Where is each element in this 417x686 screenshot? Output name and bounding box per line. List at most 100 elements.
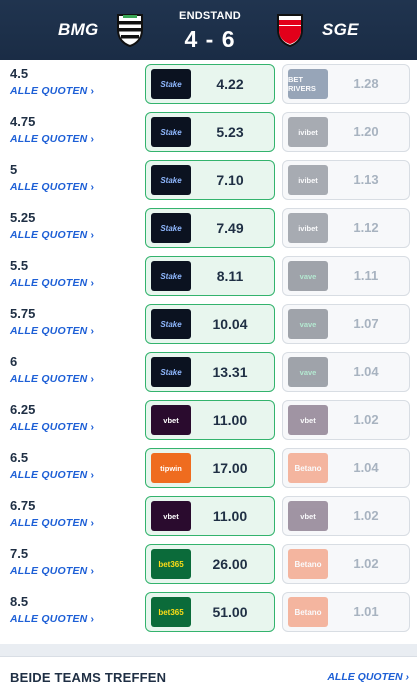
ivibet-logo-icon: ivibet (288, 165, 328, 195)
stake-logo-icon: Stake (151, 117, 191, 147)
handicap-line: 5.5 (10, 258, 29, 273)
all-odds-link[interactable]: ALLE QUOTEN › (10, 85, 94, 97)
other-odds-button[interactable]: vbet 1.02 (282, 400, 410, 440)
best-odds-button[interactable]: Stake 8.11 (145, 256, 275, 296)
other-odds-button[interactable]: ivibet 1.12 (282, 208, 410, 248)
other-odds-button[interactable]: vbet 1.02 (282, 496, 410, 536)
best-odds-button[interactable]: Stake 7.49 (145, 208, 275, 248)
odds-value: 7.10 (216, 172, 244, 188)
chevron-right-icon: › (90, 85, 95, 97)
all-odds-link-label: ALLE QUOTEN (10, 517, 88, 529)
handicap-line: 6.5 (10, 450, 29, 465)
market-title: BEIDE TEAMS TREFFEN (10, 670, 167, 685)
best-odds-button[interactable]: vbet 11.00 (145, 496, 275, 536)
stake-logo-icon: Stake (151, 309, 191, 339)
chevron-right-icon: › (90, 613, 95, 625)
all-odds-link[interactable]: ALLE QUOTEN › (10, 517, 94, 529)
odds-row: 5.25 ALLE QUOTEN › Stake 7.49 ivibet 1.12 (0, 204, 417, 252)
all-odds-link[interactable]: ALLE QUOTEN › (10, 229, 94, 241)
all-odds-link[interactable]: ALLE QUOTEN › (10, 613, 94, 625)
vbet-logo-icon: vbet (151, 405, 191, 435)
odds-value: 1.02 (353, 508, 379, 523)
betano-logo-icon: Betano (288, 453, 328, 483)
odds-list: 4.5 ALLE QUOTEN › Stake 4.22 BET RIVERS 1.28 4.… (0, 60, 417, 644)
odds-row: 8.5 ALLE QUOTEN › bet365 51.00 Betano 1.01 (0, 588, 417, 636)
odds-row: 4.5 ALLE QUOTEN › Stake 4.22 BET RIVERS 1.28 (0, 60, 417, 108)
all-odds-link-label: ALLE QUOTEN (10, 421, 88, 433)
all-odds-link[interactable]: ALLE QUOTEN › (10, 373, 94, 385)
chevron-right-icon: › (90, 181, 95, 193)
odds-value: 5.23 (216, 124, 244, 140)
other-odds-button[interactable]: Betano 1.02 (282, 544, 410, 584)
vave-logo-icon: vave (288, 309, 328, 339)
best-odds-button[interactable]: Stake 5.23 (145, 112, 275, 152)
odds-value: 1.28 (353, 76, 379, 91)
handicap-line: 5.25 (10, 210, 36, 225)
tipwin-logo-icon: tipwin (151, 453, 191, 483)
betrivers-logo-icon: BET RIVERS (288, 69, 328, 99)
best-odds-button[interactable]: Stake 13.31 (145, 352, 275, 392)
best-odds-button[interactable]: bet365 26.00 (145, 544, 275, 584)
best-odds-button[interactable]: Stake 10.04 (145, 304, 275, 344)
all-odds-link[interactable]: ALLE QUOTEN › (10, 565, 94, 577)
other-odds-button[interactable]: Betano 1.04 (282, 448, 410, 488)
chevron-right-icon: › (90, 469, 95, 481)
handicap-line: 5.75 (10, 306, 36, 321)
ivibet-logo-icon: ivibet (288, 213, 328, 243)
odds-row: 6 ALLE QUOTEN › Stake 13.31 vave 1.04 (0, 348, 417, 396)
odds-value: 10.04 (212, 316, 248, 332)
all-odds-link-label: ALLE QUOTEN (10, 181, 88, 193)
betano-logo-icon: Betano (288, 549, 328, 579)
odds-value: 26.00 (212, 556, 248, 572)
odds-value: 17.00 (212, 460, 248, 476)
other-odds-button[interactable]: vave 1.04 (282, 352, 410, 392)
all-odds-link-label: ALLE QUOTEN (10, 229, 88, 241)
all-odds-link[interactable]: ALLE QUOTEN › (10, 181, 94, 193)
best-odds-button[interactable]: bet365 51.00 (145, 592, 275, 632)
other-odds-button[interactable]: Betano 1.01 (282, 592, 410, 632)
other-odds-button[interactable]: BET RIVERS 1.28 (282, 64, 410, 104)
stake-logo-icon: Stake (151, 261, 191, 291)
best-odds-button[interactable]: vbet 11.00 (145, 400, 275, 440)
vave-logo-icon: vave (288, 357, 328, 387)
other-odds-button[interactable]: vave 1.11 (282, 256, 410, 296)
best-odds-button[interactable]: tipwin 17.00 (145, 448, 275, 488)
odds-value: 1.07 (353, 316, 379, 331)
odds-row: 7.5 ALLE QUOTEN › bet365 26.00 Betano 1.02 (0, 540, 417, 588)
stake-logo-icon: Stake (151, 213, 191, 243)
market-card-both-teams-score[interactable]: BEIDE TEAMS TREFFEN ALLE QUOTEN › (0, 656, 417, 686)
best-odds-button[interactable]: Stake 4.22 (145, 64, 275, 104)
all-odds-link[interactable]: ALLE QUOTEN › (10, 325, 94, 337)
handicap-line: 8.5 (10, 594, 29, 609)
bet365-logo-icon: bet365 (151, 597, 191, 627)
all-odds-link[interactable]: ALLE QUOTEN › (327, 671, 409, 683)
odds-row: 4.75 ALLE QUOTEN › Stake 5.23 ivibet 1.20 (0, 108, 417, 156)
odds-row: 5.75 ALLE QUOTEN › Stake 10.04 vave 1.07 (0, 300, 417, 348)
stake-logo-icon: Stake (151, 165, 191, 195)
all-odds-link-label: ALLE QUOTEN (10, 469, 88, 481)
other-odds-button[interactable]: ivibet 1.13 (282, 160, 410, 200)
odds-row: 6.75 ALLE QUOTEN › vbet 11.00 vbet 1.02 (0, 492, 417, 540)
chevron-right-icon: › (405, 671, 410, 683)
handicap-line: 6 (10, 354, 18, 369)
other-odds-button[interactable]: ivibet 1.20 (282, 112, 410, 152)
away-team-crest-icon (277, 14, 303, 48)
all-odds-link-label: ALLE QUOTEN (327, 671, 403, 683)
odds-value: 1.20 (353, 124, 379, 139)
all-odds-link-label: ALLE QUOTEN (10, 133, 88, 145)
odds-value: 13.31 (212, 364, 248, 380)
best-odds-button[interactable]: Stake 7.10 (145, 160, 275, 200)
handicap-line: 7.5 (10, 546, 29, 561)
all-odds-link[interactable]: ALLE QUOTEN › (10, 469, 94, 481)
chevron-right-icon: › (90, 565, 95, 577)
all-odds-link[interactable]: ALLE QUOTEN › (10, 277, 94, 289)
vbet-logo-icon: vbet (288, 501, 328, 531)
chevron-right-icon: › (90, 229, 95, 241)
all-odds-link-label: ALLE QUOTEN (10, 613, 88, 625)
all-odds-link-label: ALLE QUOTEN (10, 565, 88, 577)
all-odds-link[interactable]: ALLE QUOTEN › (10, 133, 94, 145)
all-odds-link[interactable]: ALLE QUOTEN › (10, 421, 94, 433)
match-score: 4 - 6 (184, 26, 236, 52)
other-odds-button[interactable]: vave 1.07 (282, 304, 410, 344)
odds-value: 1.04 (353, 460, 379, 475)
